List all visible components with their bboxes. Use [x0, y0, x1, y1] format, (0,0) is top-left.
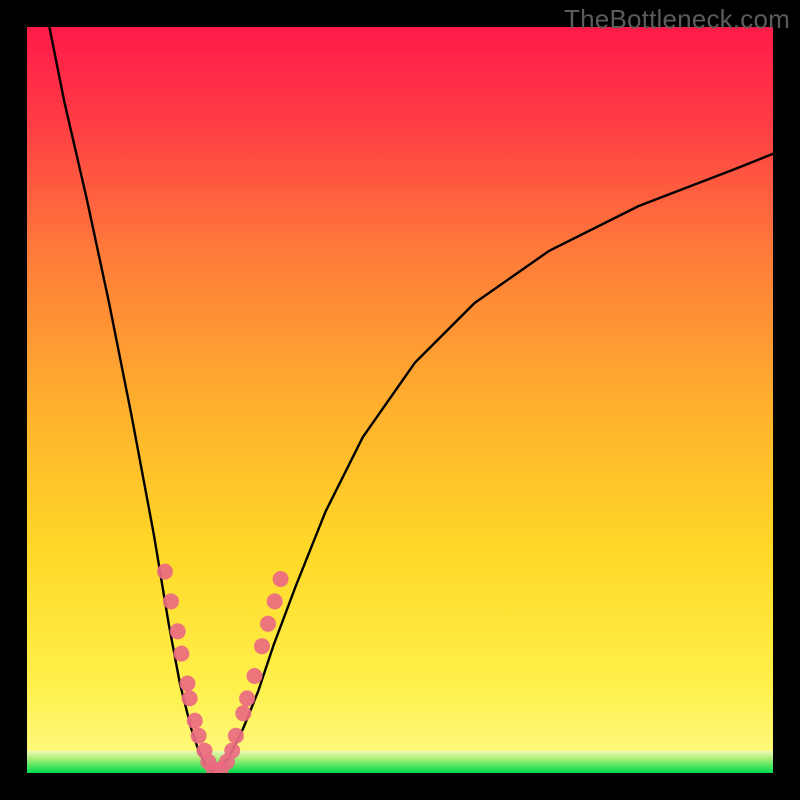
marker-dot	[170, 623, 186, 639]
marker-dot	[267, 593, 283, 609]
marker-dot	[254, 638, 270, 654]
marker-dot	[157, 564, 173, 580]
marker-dot	[273, 571, 289, 587]
marker-dot	[173, 646, 189, 662]
marker-dot	[239, 690, 255, 706]
marker-dot	[191, 728, 207, 744]
marker-dot	[224, 743, 240, 759]
chart-frame	[27, 27, 773, 773]
chart-curves	[27, 27, 773, 773]
marker-dot	[187, 713, 203, 729]
marker-dot	[179, 676, 195, 692]
marker-dot	[228, 728, 244, 744]
marker-dot	[182, 690, 198, 706]
marker-dot	[235, 705, 251, 721]
marker-dot	[247, 668, 263, 684]
watermark-text: TheBottleneck.com	[564, 4, 790, 35]
marker-dot	[260, 616, 276, 632]
curve-left-curve	[49, 27, 213, 773]
marker-dot	[163, 593, 179, 609]
curve-right-curve	[214, 154, 774, 773]
